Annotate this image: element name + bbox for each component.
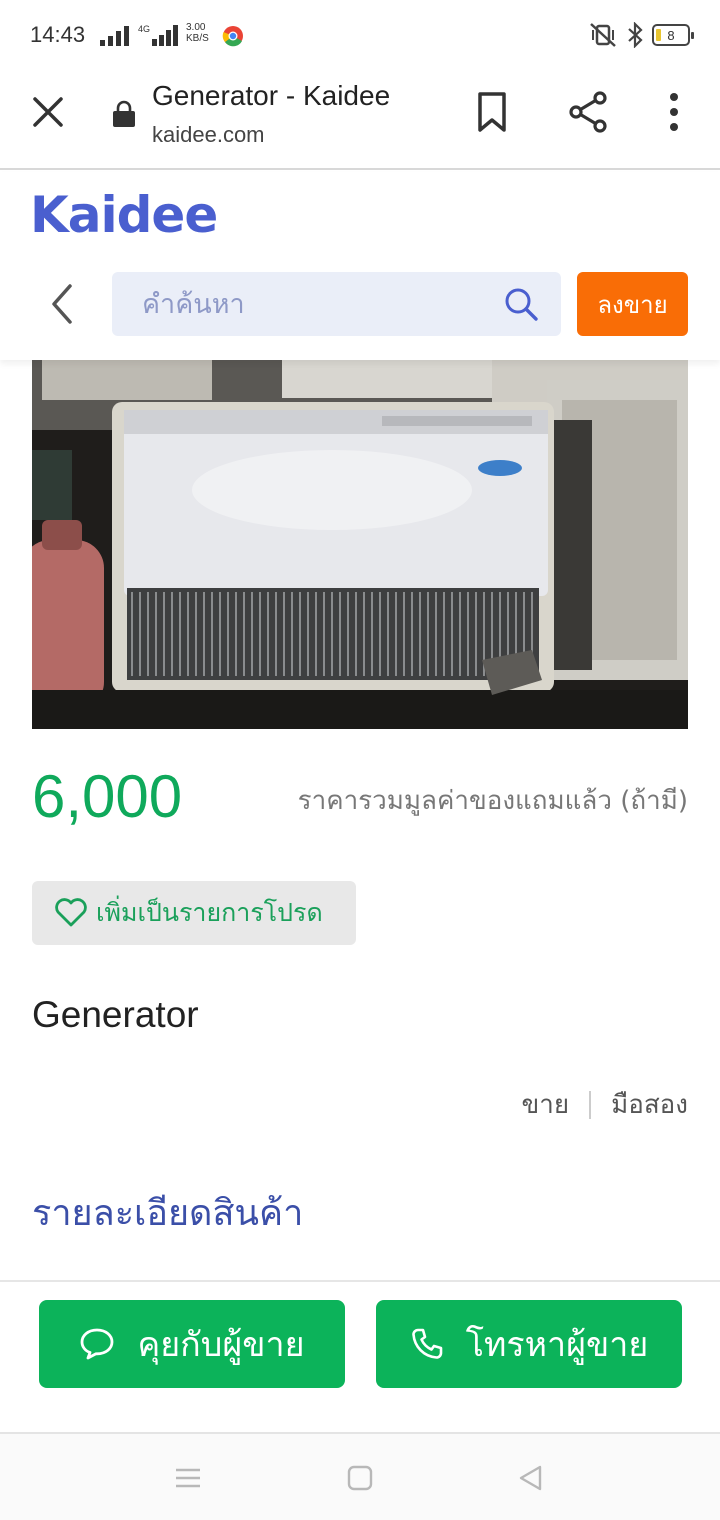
add-favorite-button[interactable]: เพิ่มเป็นรายการโปรด bbox=[32, 881, 356, 945]
system-nav-bar bbox=[0, 1432, 720, 1520]
price-note: ราคารวมมูลค่าของแถมแล้ว (ถ้ามี) bbox=[297, 786, 688, 816]
action-bar: คุยกับผู้ขาย โทรหาผู้ขาย bbox=[0, 1280, 720, 1430]
status-time: 14:43 bbox=[30, 22, 86, 47]
status-bar: 14:43 4G 3.00 KB/S 8 bbox=[0, 0, 720, 70]
bluetooth-icon bbox=[628, 22, 643, 48]
search-input[interactable] bbox=[142, 272, 482, 336]
details-heading: รายละเอียดสินค้า bbox=[32, 1193, 304, 1234]
heart-icon bbox=[55, 898, 87, 927]
listing-tags: ขาย มือสอง bbox=[521, 1084, 688, 1125]
favorite-label: เพิ่มเป็นรายการโปรด bbox=[96, 898, 323, 927]
page-title[interactable]: Generator - Kaidee bbox=[152, 80, 390, 112]
chevron-left-icon[interactable] bbox=[40, 280, 88, 328]
network-speed: 3.00 KB/S bbox=[186, 22, 209, 44]
call-label: โทรหาผู้ขาย bbox=[465, 1325, 649, 1365]
chat-seller-button[interactable]: คุยกับผู้ขาย bbox=[39, 1300, 345, 1388]
close-icon[interactable] bbox=[28, 92, 68, 132]
tag-divider bbox=[589, 1090, 592, 1119]
product-title: Generator bbox=[32, 994, 199, 1035]
product-image[interactable] bbox=[32, 360, 688, 729]
signal-icon bbox=[100, 26, 129, 46]
back-nav-icon[interactable] bbox=[516, 1464, 544, 1492]
sell-button[interactable]: ลงขาย bbox=[577, 272, 688, 336]
chat-bubble-icon bbox=[81, 1328, 114, 1360]
tag-condition: มือสอง bbox=[611, 1090, 688, 1120]
home-icon[interactable] bbox=[346, 1464, 374, 1492]
more-vert-icon[interactable] bbox=[660, 90, 688, 134]
chat-label: คุยกับผู้ขาย bbox=[137, 1325, 305, 1365]
search-icon[interactable] bbox=[503, 286, 539, 322]
signal-4g-icon: 4G bbox=[138, 24, 178, 46]
lock-icon bbox=[113, 100, 135, 127]
speed-value: 3.00 bbox=[186, 22, 206, 33]
price: 6,000 bbox=[32, 763, 183, 830]
recents-icon[interactable] bbox=[174, 1464, 202, 1492]
svg-text:4G: 4G bbox=[138, 24, 150, 34]
kaidee-logo[interactable]: Kaidee bbox=[30, 186, 218, 244]
tag-type: ขาย bbox=[521, 1090, 570, 1120]
vibrate-off-icon bbox=[590, 23, 616, 47]
url-text[interactable]: kaidee.com bbox=[152, 122, 265, 148]
product-photo bbox=[32, 360, 688, 729]
chrome-icon bbox=[222, 26, 243, 47]
search-box[interactable] bbox=[112, 272, 561, 336]
battery-level: 8 bbox=[667, 27, 675, 43]
site-header: Kaidee ลงขาย bbox=[0, 172, 720, 360]
phone-icon bbox=[411, 1328, 442, 1359]
browser-toolbar: Generator - Kaidee kaidee.com bbox=[0, 70, 720, 170]
call-seller-button[interactable]: โทรหาผู้ขาย bbox=[376, 1300, 682, 1388]
share-icon[interactable] bbox=[566, 90, 610, 134]
battery-icon: 8 bbox=[652, 24, 694, 46]
status-right: 8 bbox=[588, 22, 694, 48]
speed-unit: KB/S bbox=[186, 33, 209, 44]
bookmark-icon[interactable] bbox=[472, 90, 512, 134]
